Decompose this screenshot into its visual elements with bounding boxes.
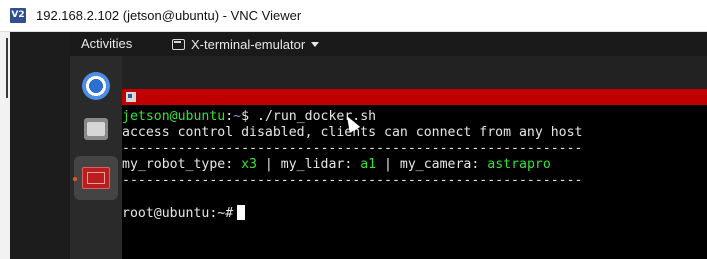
gnome-top-bar <box>70 32 707 56</box>
chromium-icon <box>82 72 110 100</box>
app-menu-label: X-terminal-emulator <box>191 36 306 52</box>
terminal-window-icon <box>172 38 185 50</box>
terminal-output[interactable]: jetson@ubuntu:~$ ./run_docker.sh access … <box>122 105 707 259</box>
files-icon <box>84 118 108 140</box>
output-line: access control disabled, clients can con… <box>122 125 583 140</box>
divider-line-bottom: ----------------------------------------… <box>122 173 583 188</box>
dock <box>70 56 122 259</box>
prompt-path: ~ <box>233 109 242 124</box>
lidar-value: a1 <box>360 157 377 172</box>
app-menu[interactable]: X-terminal-emulator <box>172 35 320 53</box>
activities-button[interactable]: Activities <box>81 36 132 51</box>
text-cursor <box>237 205 246 220</box>
vnc-viewer-logo-icon: V2 <box>10 8 26 23</box>
dock-item-files[interactable] <box>74 107 118 151</box>
robot-type-label: my_robot_type: <box>122 157 242 172</box>
root-prompt: root@ubuntu:~# <box>122 206 234 221</box>
dock-item-terminal[interactable] <box>74 156 118 200</box>
divider-line-top: ----------------------------------------… <box>122 141 583 156</box>
local-desktop-edge <box>0 32 10 259</box>
terminal-title-bar[interactable] <box>122 89 707 105</box>
prompt-colon: : <box>225 109 234 124</box>
window-title: 192.168.2.102 (jetson@ubuntu) - VNC View… <box>36 8 302 23</box>
config-line: my_robot_type: x3 | my_lidar: a1 | my_ca… <box>122 157 707 173</box>
prompt-user-host: jetson@ubuntu <box>122 109 226 124</box>
xterm-icon <box>126 92 136 102</box>
camera-label: | my_camera: <box>376 157 488 172</box>
vnc-title-bar[interactable]: V2 192.168.2.102 (jetson@ubuntu) - VNC V… <box>0 0 707 32</box>
running-indicator <box>73 177 77 181</box>
chevron-down-icon <box>311 41 320 47</box>
dock-item-chromium[interactable] <box>74 64 118 108</box>
root-prompt-line[interactable]: root@ubuntu:~# <box>122 205 707 221</box>
terminal-icon <box>82 167 110 189</box>
camera-value: astrapro <box>487 157 551 172</box>
robot-type-value: x3 <box>241 157 257 172</box>
prompt-line: jetson@ubuntu:~$ ./run_docker.sh <box>122 109 707 125</box>
lidar-label: | my_lidar: <box>256 157 361 172</box>
desktop-background <box>122 56 707 89</box>
edge-divider <box>6 38 8 98</box>
